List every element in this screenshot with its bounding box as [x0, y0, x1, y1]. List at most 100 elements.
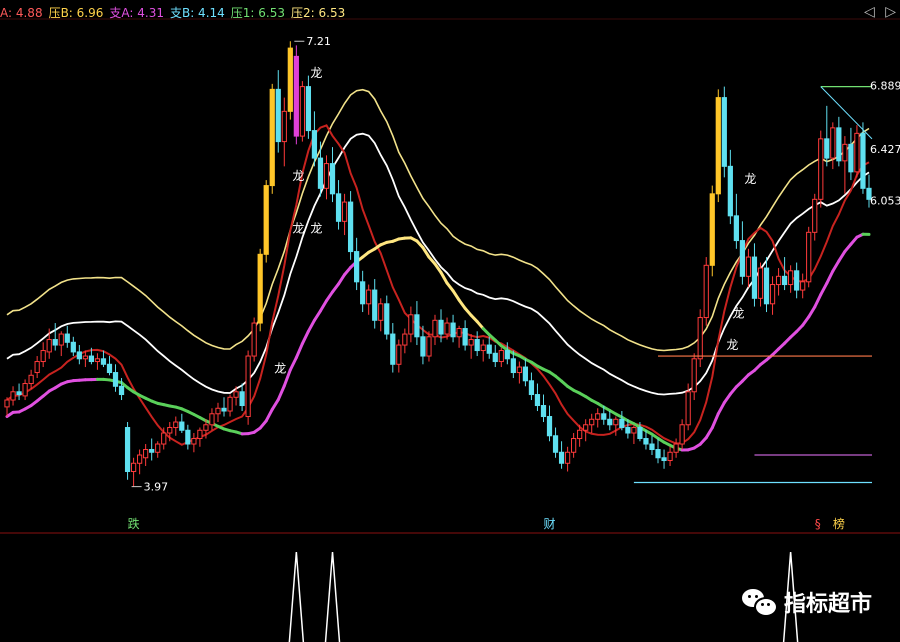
- candle-body: [727, 165, 733, 217]
- candle-body: [546, 416, 553, 437]
- candle-body: [450, 322, 456, 338]
- legend-item: 支B: 4.14: [169, 6, 225, 20]
- trend-ma-segment: [837, 249, 847, 263]
- trend-ma-segment: [710, 412, 720, 430]
- trend-ma-segment: [819, 281, 829, 297]
- candle-body: [245, 355, 251, 418]
- candle-body: [221, 407, 227, 412]
- candle-body: [317, 157, 324, 189]
- candle-body: [552, 435, 559, 453]
- candle-body: [311, 130, 318, 159]
- candle-body: [824, 138, 830, 159]
- axis-price-label: 6.427: [870, 143, 900, 156]
- candle-body: [667, 451, 673, 462]
- candle-body: [528, 380, 535, 396]
- trend-ma-segment: [825, 269, 835, 285]
- candle-body: [848, 143, 854, 173]
- candle-body: [637, 427, 643, 440]
- candle-body: [414, 314, 420, 338]
- candle-body: [305, 86, 312, 132]
- candle-body: [137, 454, 143, 464]
- candle-body: [384, 303, 390, 335]
- candle-body: [492, 352, 498, 363]
- candle-body: [10, 391, 16, 401]
- candle-body: [781, 275, 788, 286]
- candle-body: [619, 418, 625, 429]
- candle-body: [571, 438, 577, 453]
- candle-body: [673, 443, 679, 453]
- trend-ma-segment: [312, 309, 322, 322]
- candle-body: [215, 407, 221, 415]
- trend-ma-segment: [294, 342, 304, 360]
- signal-label: 龙: [310, 221, 322, 235]
- candle-body: [625, 427, 631, 434]
- candle-body: [191, 438, 197, 445]
- price-label: 7.21: [306, 35, 331, 48]
- candle-body: [155, 443, 161, 453]
- candle-body: [589, 418, 595, 426]
- trend-ma-segment: [288, 356, 298, 372]
- prev-icon[interactable]: ◁: [864, 4, 875, 20]
- candle-body: [601, 413, 607, 420]
- watermark: 指标超市: [741, 586, 872, 618]
- candle-body: [462, 328, 468, 346]
- watermark-text: 指标超市: [783, 592, 872, 617]
- candle-body: [721, 97, 727, 167]
- candle-body: [197, 429, 203, 440]
- candle-body: [130, 462, 137, 473]
- candle-body: [4, 399, 10, 408]
- legend-item: 压B: 6.96: [48, 6, 104, 20]
- candle-body: [577, 429, 583, 440]
- trend-ma-segment: [807, 305, 817, 319]
- candle-body: [691, 358, 697, 393]
- legend-item: 压2: 6.53: [291, 6, 346, 20]
- candle-body: [64, 333, 70, 343]
- candle-body: [106, 363, 113, 374]
- candle-body: [124, 427, 131, 473]
- candle-body: [468, 339, 474, 346]
- candle-body: [40, 350, 46, 363]
- candle-body: [685, 391, 691, 426]
- candle-body: [88, 355, 95, 363]
- candle-body: [655, 449, 661, 459]
- candle-body: [22, 383, 28, 397]
- candle-body: [480, 344, 486, 352]
- candle-body: [402, 333, 408, 346]
- trend-ma-segment: [813, 293, 823, 309]
- candle-body: [390, 333, 396, 365]
- candle-body: [335, 193, 342, 222]
- signal-label: 龙: [274, 362, 286, 376]
- trend-ma-segment: [324, 290, 335, 303]
- candle-body: [607, 418, 613, 426]
- candle-body: [649, 443, 655, 451]
- candle-body: [408, 314, 414, 335]
- candle-body: [269, 88, 275, 187]
- candle-body: [474, 339, 480, 352]
- candle-body: [100, 358, 107, 365]
- candle-body: [818, 138, 824, 200]
- axis-price-label: 6.889: [870, 79, 900, 92]
- candle-body: [185, 429, 191, 445]
- trend-ma-segment: [318, 299, 328, 313]
- candle-body: [456, 328, 462, 338]
- trend-ma-segment: [300, 329, 310, 346]
- bottom-marker-label: 榜: [833, 516, 845, 531]
- candle-body: [251, 322, 257, 357]
- candle-body: [203, 424, 209, 431]
- candle-body: [854, 132, 860, 173]
- candle-body: [360, 281, 366, 305]
- candle-body: [540, 405, 547, 418]
- candle-body: [775, 275, 782, 286]
- wechat-icon: [741, 587, 778, 617]
- candle-body: [143, 449, 149, 459]
- candle-body: [757, 267, 764, 299]
- next-icon[interactable]: ▷: [885, 4, 896, 20]
- trend-ma-segment: [331, 282, 341, 294]
- signal-label: 龙: [292, 221, 304, 235]
- trend-ma-segment: [801, 315, 811, 327]
- candle-body: [341, 201, 348, 222]
- trend-ma-segment: [722, 392, 732, 405]
- candle-body: [534, 394, 541, 407]
- legend-item: A: 4.88: [0, 6, 43, 20]
- candle-body: [227, 396, 233, 412]
